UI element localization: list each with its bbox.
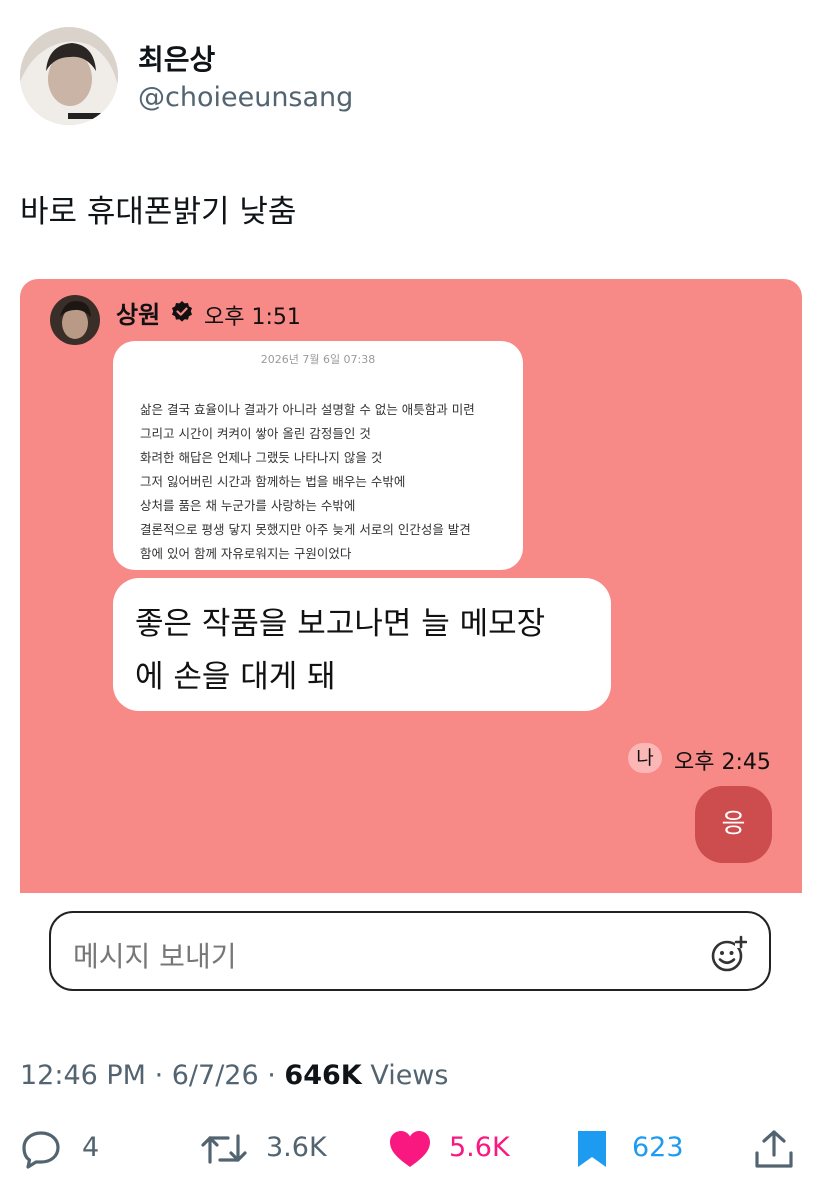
tweet-text: 바로 휴대폰밝기 낮춤 [20,194,297,230]
repost-icon [201,1134,247,1164]
meta-separator: · [267,1060,285,1091]
sender-timestamp: 오후 1:51 [204,305,301,330]
attached-image[interactable]: 상원 오후 1:51 2026년 7월 6일 07:38 삶은 결국 효율이나 … [20,279,802,1014]
memo-line: 그리고 시간이 켜켜이 쌓아 올린 감정들인 것 [140,426,371,441]
share-button[interactable] [752,1129,796,1169]
memo-image-bubble[interactable]: 2026년 7월 6일 07:38 삶은 결국 효율이나 결과가 아니라 설명할… [113,341,523,570]
sent-message-bubble[interactable]: 응 [695,786,772,863]
like-count: 5.6K [449,1132,510,1163]
sender-name: 상원 [116,301,161,329]
bookmark-count: 623 [632,1132,684,1163]
reply-button[interactable]: 4 [20,1129,110,1169]
meta-separator: · [154,1060,172,1091]
reply-icon [22,1131,60,1169]
emoji-add-icon[interactable] [709,935,747,973]
message-input-placeholder: 메시지 보내기 [73,940,237,973]
views-count: 646K [284,1060,362,1091]
repost-button[interactable]: 3.6K [200,1129,340,1169]
author-handle[interactable]: @choieeunsang [138,82,353,113]
author-display-name[interactable]: 최은상 [138,38,215,78]
me-timestamp: 오후 2:45 [674,750,771,775]
heart-icon [390,1131,430,1167]
chat-area: 상원 오후 1:51 2026년 7월 6일 07:38 삶은 결국 효율이나 … [20,279,802,893]
memo-line: 화려한 해답은 언제나 그랬듯 나타나지 않을 것 [140,450,383,465]
memo-line: 상처를 품은 채 누군가를 사랑하는 수밖에 [140,498,356,513]
sender-avatar [50,295,100,345]
received-message-bubble[interactable]: 좋은 작품을 보고나면 늘 메모장 에 손을 대게 돼 [113,578,611,711]
reply-count: 4 [82,1132,100,1163]
verified-badge-icon [172,301,192,322]
memo-line: 그저 잃어버린 시간과 함께하는 법을 배우는 수밖에 [140,474,406,489]
memo-line: 삶은 결국 효율이나 결과가 아니라 설명할 수 없는 애틋함과 미련 [140,402,475,417]
bookmark-button[interactable]: 623 [572,1129,702,1169]
views-label: Views [370,1060,449,1091]
message-line: 에 손을 대게 돼 [135,659,336,695]
memo-line: 결론적으로 평생 닿지 못했지만 아주 늦게 서로의 인간성을 발견 [140,522,471,537]
author-avatar[interactable] [20,27,118,125]
message-line: 좋은 작품을 보고나면 늘 메모장 [135,606,546,642]
repost-count: 3.6K [266,1132,327,1163]
tweet-date[interactable]: 6/7/26 [172,1060,259,1091]
memo-line: 함에 있어 함께 자유로워지는 구원이었다 [140,546,352,561]
bookmark-icon [578,1131,606,1167]
tweet-time[interactable]: 12:46 PM [20,1060,146,1091]
me-badge: 나 [628,743,662,773]
message-input[interactable]: 메시지 보내기 [49,911,771,991]
like-button[interactable]: 5.6K [387,1129,527,1169]
share-icon [755,1130,793,1168]
memo-date: 2026년 7월 6일 07:38 [260,353,376,366]
tweet-meta: 12:46 PM · 6/7/26 · 646K Views [20,1060,448,1091]
